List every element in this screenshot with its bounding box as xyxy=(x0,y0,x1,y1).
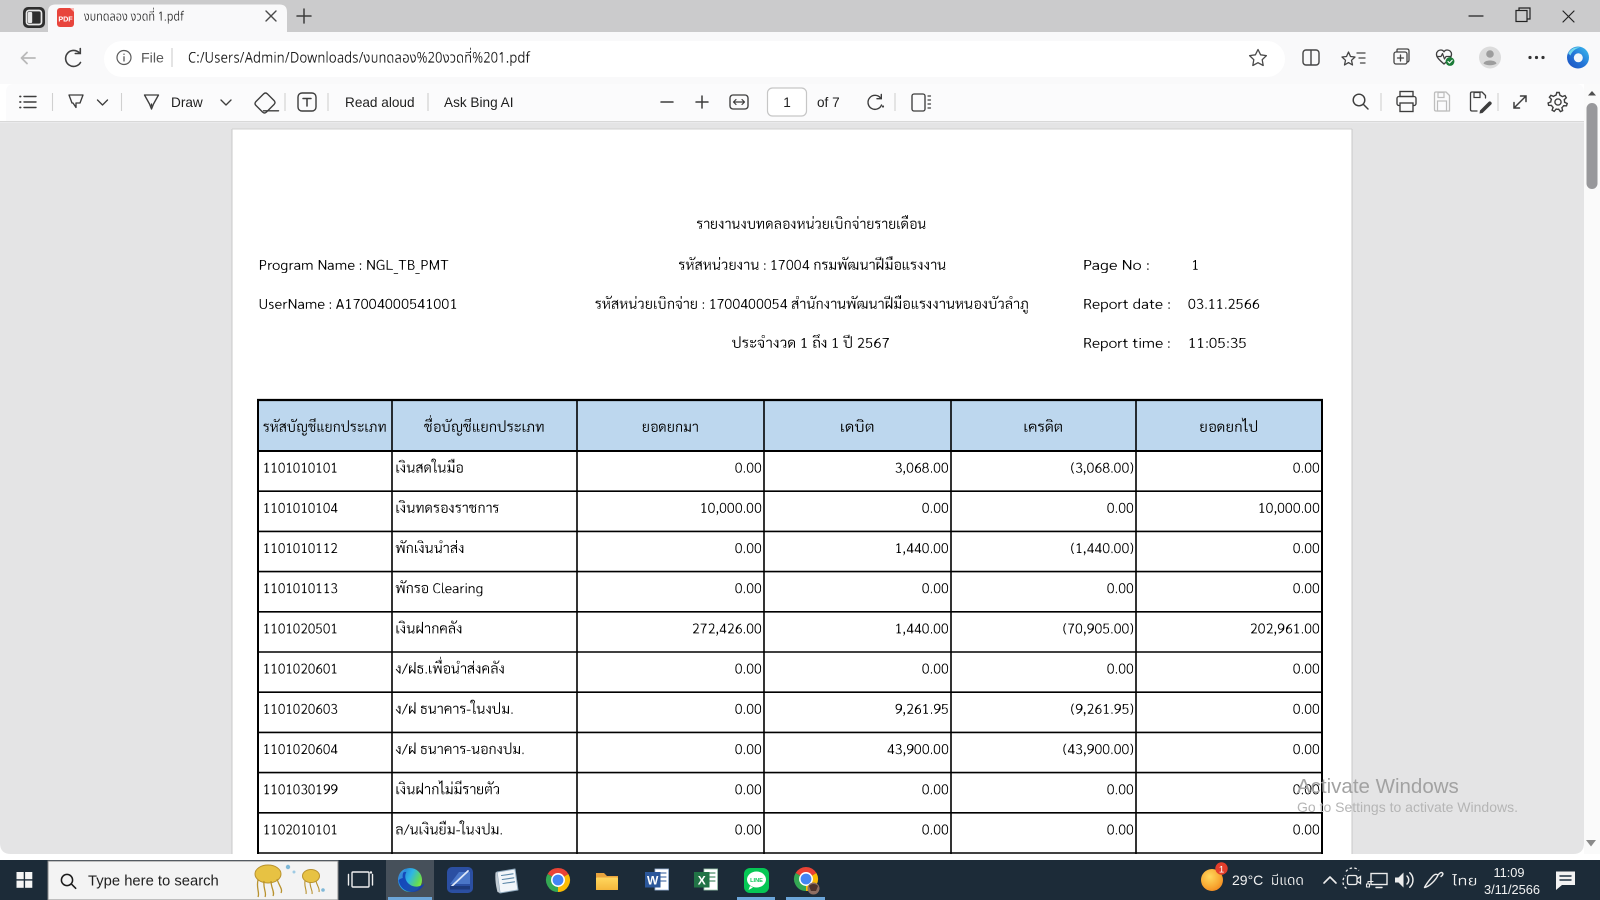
svg-text:Go to Settings to activate Win: Go to Settings to activate Windows. xyxy=(1297,799,1518,815)
svg-text:W: W xyxy=(647,873,659,887)
svg-text:Read aloud: Read aloud xyxy=(345,95,415,110)
svg-text:File: File xyxy=(141,51,164,67)
svg-text:1: 1 xyxy=(783,95,791,110)
svg-text:X: X xyxy=(698,873,706,887)
svg-text:Type here to search: Type here to search xyxy=(88,874,219,890)
svg-text:Ask Bing AI: Ask Bing AI xyxy=(444,95,514,110)
svg-text:of 7: of 7 xyxy=(817,95,840,110)
svg-text:Activate Windows: Activate Windows xyxy=(1297,775,1459,798)
svg-text:3/11/2566: 3/11/2566 xyxy=(1484,882,1540,897)
svg-text:PDF: PDF xyxy=(58,15,73,24)
svg-text:Draw: Draw xyxy=(171,95,203,110)
svg-text:1: 1 xyxy=(1219,864,1224,875)
svg-text:11:09: 11:09 xyxy=(1493,865,1524,880)
svg-text:LINE: LINE xyxy=(750,878,763,884)
svg-text:29°C: 29°C xyxy=(1232,872,1263,888)
